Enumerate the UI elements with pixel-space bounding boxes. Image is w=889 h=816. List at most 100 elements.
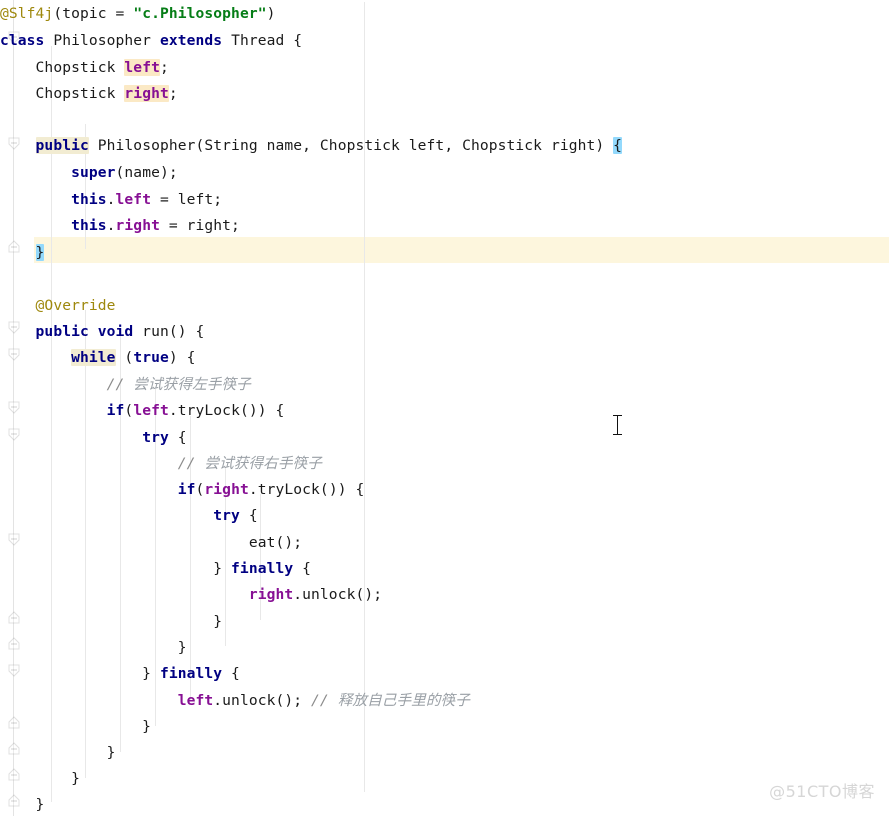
code-line[interactable]: // 尝试获得右手筷子: [0, 452, 889, 476]
code-token: Philosopher: [44, 32, 160, 49]
code-token: }: [0, 639, 187, 656]
code-line[interactable]: class Philosopher extends Thread {: [0, 29, 889, 53]
code-token: ): [266, 5, 276, 22]
code-token: }: [35, 244, 45, 261]
code-line[interactable]: while (true) {: [0, 346, 889, 370]
code-token: {: [613, 137, 623, 154]
code-token: while: [71, 349, 116, 366]
code-token: .unlock();: [293, 586, 383, 603]
code-line[interactable]: this.left = left;: [0, 188, 889, 212]
code-token: //: [311, 692, 338, 709]
code-line[interactable]: // 尝试获得左手筷子: [0, 373, 889, 397]
code-token: .: [106, 191, 116, 208]
code-token: right: [248, 586, 294, 603]
code-line[interactable]: }: [0, 793, 889, 816]
code-token: eat();: [0, 534, 303, 551]
code-token: @Slf4j: [0, 5, 54, 22]
code-token: (: [124, 402, 134, 419]
code-token: Chopstick: [0, 85, 125, 102]
code-token: }: [0, 796, 45, 813]
code-token: public void: [35, 323, 134, 340]
code-token: Thread {: [222, 32, 303, 49]
code-token: left: [124, 59, 160, 76]
code-token: run() {: [133, 323, 205, 340]
code-token: .unlock();: [213, 692, 312, 709]
code-token: (topic =: [53, 5, 134, 22]
code-line[interactable]: eat();: [0, 531, 889, 555]
code-line[interactable]: } finally {: [0, 557, 889, 581]
code-token: this: [71, 217, 107, 234]
code-content[interactable]: @Slf4j(topic = "c.Philosopher") class Phi…: [0, 0, 889, 816]
code-line[interactable]: } finally {: [0, 662, 889, 686]
code-token: }: [0, 613, 223, 630]
watermark: @51CTO博客: [769, 782, 875, 801]
code-line[interactable]: @Override: [0, 294, 889, 318]
code-line[interactable]: right.unlock();: [0, 583, 889, 607]
text-cursor-ibeam: [613, 414, 622, 436]
code-token: left: [115, 191, 152, 208]
code-line[interactable]: left.unlock(); // 释放自己手里的筷子: [0, 689, 889, 713]
code-line[interactable]: }: [0, 741, 889, 765]
code-token: 尝试获得右手筷子: [204, 455, 322, 472]
code-token: }: [0, 770, 80, 787]
code-line[interactable]: @Slf4j(topic = "c.Philosopher"): [0, 2, 889, 26]
code-token: ) {: [168, 349, 196, 366]
code-token: right: [204, 481, 249, 498]
code-token: {: [239, 507, 258, 524]
code-token: finally: [231, 560, 294, 577]
code-line[interactable]: try {: [0, 504, 889, 528]
code-line[interactable]: this.right = right;: [0, 214, 889, 238]
code-line[interactable]: }: [0, 715, 889, 739]
code-token: ;: [159, 59, 169, 76]
code-token: .: [106, 217, 116, 234]
code-line[interactable]: if(right.tryLock()) {: [0, 478, 889, 502]
code-token: }: [0, 665, 160, 682]
code-token: try: [213, 507, 240, 524]
code-line[interactable]: Chopstick left;: [0, 56, 889, 80]
code-token: if: [106, 402, 125, 419]
code-token: Chopstick: [0, 59, 125, 76]
code-line[interactable]: Chopstick right;: [0, 82, 889, 106]
code-token: extends: [159, 32, 223, 49]
code-token: 释放自己手里的筷子: [337, 692, 470, 709]
code-token: left: [133, 402, 169, 419]
code-token: right: [115, 217, 160, 234]
code-token: .tryLock()) {: [168, 402, 285, 419]
code-token: finally: [159, 665, 223, 682]
code-line[interactable]: }: [0, 636, 889, 660]
code-line[interactable]: if(left.tryLock()) {: [0, 399, 889, 423]
code-token: = left;: [151, 191, 223, 208]
code-line[interactable]: try {: [0, 426, 889, 450]
code-token: //: [0, 376, 134, 393]
code-line[interactable]: }: [0, 241, 889, 265]
code-token: true: [133, 349, 169, 366]
code-token: try: [142, 429, 169, 446]
code-token: if: [177, 481, 196, 498]
code-line[interactable]: super(name);: [0, 161, 889, 185]
code-token: }: [0, 744, 116, 761]
code-line[interactable]: public void run() {: [0, 320, 889, 344]
code-token: }: [0, 560, 232, 577]
code-editor[interactable]: @Slf4j(topic = "c.Philosopher") class Phi…: [0, 0, 889, 816]
code-token: }: [0, 718, 152, 735]
code-token: @Override: [0, 297, 116, 314]
code-token: (name);: [115, 164, 178, 181]
code-token: "c.Philosopher": [133, 5, 267, 22]
code-line[interactable]: public Philosopher(String name, Chopstic…: [0, 134, 889, 158]
code-line[interactable]: }: [0, 767, 889, 791]
code-token: {: [168, 429, 187, 446]
code-line[interactable]: }: [0, 610, 889, 634]
code-token: {: [222, 665, 240, 682]
code-token: right: [124, 85, 169, 102]
